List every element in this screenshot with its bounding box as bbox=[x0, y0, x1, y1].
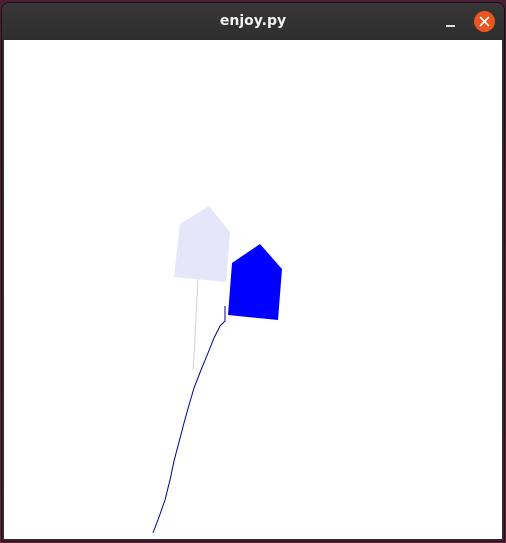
agent bbox=[228, 244, 282, 320]
ghost-agent-trail bbox=[192, 277, 199, 371]
close-icon bbox=[479, 16, 490, 27]
app-window: enjoy.py bbox=[2, 3, 504, 541]
close-button[interactable] bbox=[474, 11, 495, 32]
title-bar[interactable]: enjoy.py bbox=[2, 3, 504, 40]
minimize-button[interactable] bbox=[440, 11, 462, 33]
window-title: enjoy.py bbox=[219, 13, 287, 29]
minimize-icon bbox=[446, 25, 455, 27]
game-scene bbox=[152, 206, 282, 534]
agent-trail bbox=[152, 306, 226, 534]
render-canvas bbox=[4, 40, 502, 539]
ghost-agent bbox=[174, 206, 230, 282]
